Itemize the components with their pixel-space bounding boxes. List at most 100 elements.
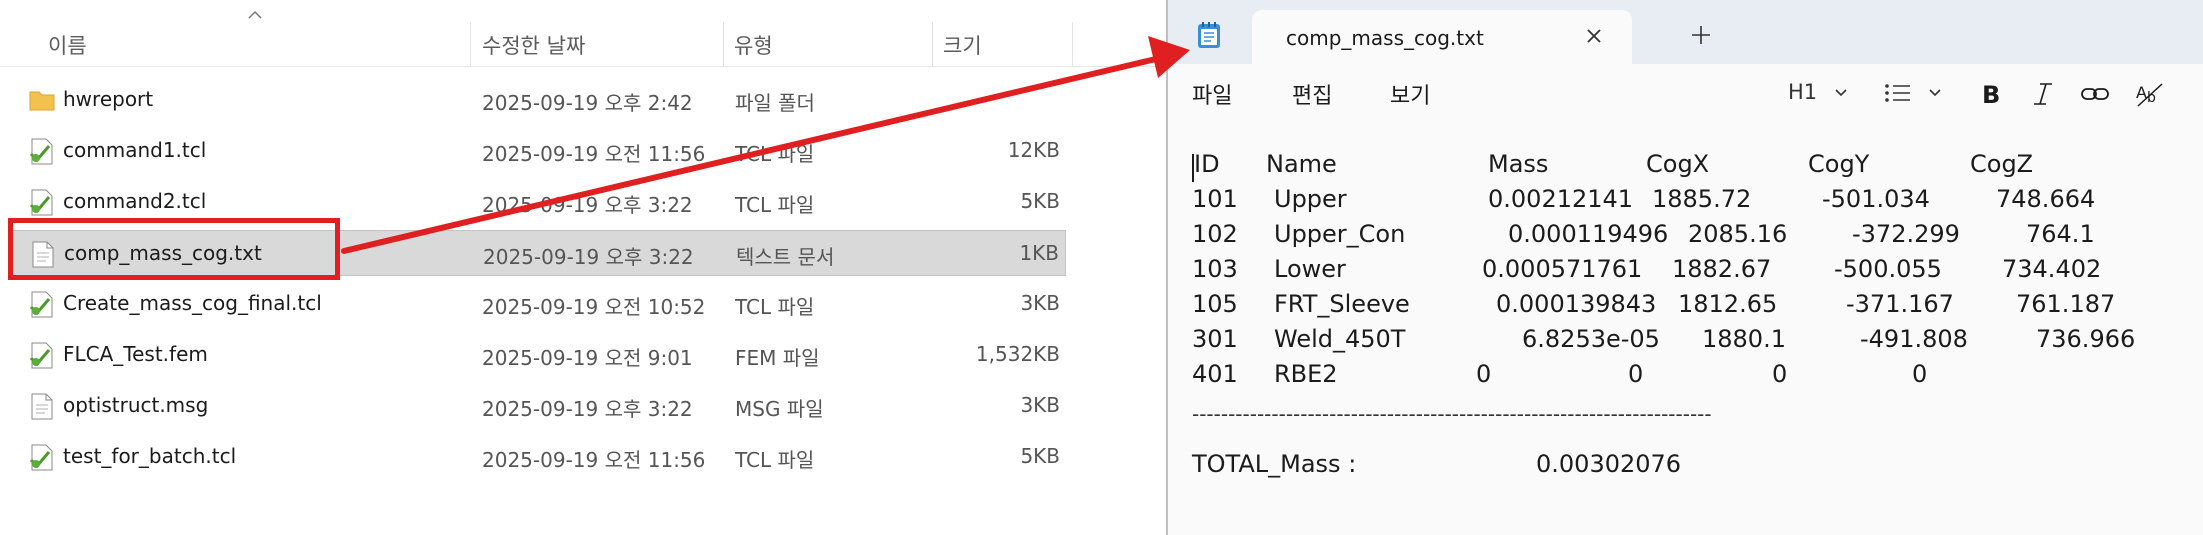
cell-cogx: 0 bbox=[1628, 360, 1644, 388]
cell-name: Weld_450T bbox=[1274, 325, 1406, 353]
cell-name: Upper bbox=[1274, 185, 1347, 213]
file-size: 1,532KB bbox=[975, 342, 1060, 366]
cell-cogy: -371.167 bbox=[1846, 290, 1954, 318]
menu-edit[interactable]: 편집 bbox=[1292, 78, 1332, 110]
cell-name: RBE2 bbox=[1274, 360, 1338, 388]
column-divider[interactable] bbox=[470, 22, 471, 66]
header-mass: Mass bbox=[1488, 150, 1549, 178]
chevron-down-icon bbox=[1835, 89, 1847, 97]
cell-mass: 0.000139843 bbox=[1496, 290, 1657, 318]
file-modified: 2025-09-19 오전 11:56 bbox=[482, 142, 706, 166]
file-size: 12KB bbox=[1007, 138, 1060, 162]
file-name: optistruct.msg bbox=[63, 393, 209, 417]
notepad-window: comp_mass_cog.txt 파일 편집 보기 H1 B Ab ID Na… bbox=[1166, 0, 2203, 535]
svg-text:B: B bbox=[1982, 81, 2000, 109]
file-name: command1.tcl bbox=[63, 138, 207, 162]
tcl-file-icon bbox=[29, 342, 53, 369]
file-modified: 2025-09-19 오후 2:42 bbox=[482, 91, 693, 115]
cell-mass: 0.000119496 bbox=[1508, 220, 1669, 248]
heading-label: H1 bbox=[1788, 80, 1818, 104]
file-type: TCL 파일 bbox=[735, 295, 815, 319]
file-row[interactable]: optistruct.msg 2025-09-19 오후 3:22 MSG 파일… bbox=[10, 383, 1066, 429]
spellcheck-icon[interactable]: Ab bbox=[2134, 78, 2164, 110]
cell-cogx: 1812.65 bbox=[1678, 290, 1778, 318]
cell-name: Upper_Con bbox=[1274, 220, 1406, 248]
cell-cogz: 761.187 bbox=[2016, 290, 2116, 318]
column-modified[interactable]: 수정한 날짜 bbox=[482, 30, 585, 60]
document-tab[interactable]: comp_mass_cog.txt bbox=[1252, 10, 1632, 64]
column-header: 이름 수정한 날짜 유형 크기 bbox=[0, 0, 1166, 67]
cell-id: 401 bbox=[1192, 360, 1238, 388]
cell-id: 101 bbox=[1192, 185, 1238, 213]
menu-bar: 파일 편집 보기 H1 B Ab bbox=[1168, 64, 2203, 124]
add-tab-icon[interactable] bbox=[1688, 22, 1714, 48]
separator-line: ----------------------------------------… bbox=[1192, 402, 1712, 426]
tcl-file-icon bbox=[29, 444, 53, 471]
folder-icon bbox=[29, 91, 55, 111]
link-icon[interactable] bbox=[2080, 78, 2110, 110]
cell-id: 102 bbox=[1192, 220, 1238, 248]
file-size: 3KB bbox=[1020, 291, 1060, 315]
chevron-down-icon bbox=[1929, 89, 1941, 97]
file-row[interactable]: hwreport 2025-09-19 오후 2:42 파일 폴더 bbox=[10, 77, 1066, 123]
header-cogz: CogZ bbox=[1970, 150, 2034, 178]
file-modified: 2025-09-19 오전 11:56 bbox=[482, 448, 706, 472]
file-modified: 2025-09-19 오전 9:01 bbox=[482, 346, 693, 370]
file-size: 3KB bbox=[1020, 393, 1060, 417]
column-type[interactable]: 유형 bbox=[734, 30, 773, 60]
file-type: TCL 파일 bbox=[735, 142, 815, 166]
cell-id: 105 bbox=[1192, 290, 1238, 318]
sort-ascending-icon bbox=[248, 10, 262, 19]
file-type: TCL 파일 bbox=[735, 448, 815, 472]
cell-cogz: 764.1 bbox=[2026, 220, 2095, 248]
file-type: FEM 파일 bbox=[735, 346, 820, 370]
total-label: TOTAL_Mass : bbox=[1192, 450, 1357, 478]
cell-mass: 0.00212141 bbox=[1488, 185, 1634, 213]
menu-file[interactable]: 파일 bbox=[1192, 78, 1232, 110]
file-type: 텍스트 문서 bbox=[736, 245, 835, 269]
header-cogx: CogX bbox=[1646, 150, 1710, 178]
file-size: 5KB bbox=[1020, 189, 1060, 213]
file-row[interactable]: Create_mass_cog_final.tcl 2025-09-19 오전 … bbox=[10, 281, 1066, 327]
cell-name: Lower bbox=[1274, 255, 1346, 283]
menu-view[interactable]: 보기 bbox=[1390, 78, 1430, 110]
tcl-file-icon bbox=[29, 138, 53, 165]
highlight-box bbox=[8, 218, 340, 280]
column-divider[interactable] bbox=[932, 22, 933, 66]
file-row[interactable]: command1.tcl 2025-09-19 오전 11:56 TCL 파일 … bbox=[10, 128, 1066, 174]
file-explorer: 이름 수정한 날짜 유형 크기 hwreport 2025-09-19 오후 2… bbox=[0, 0, 1166, 535]
heading-dropdown[interactable]: H1 bbox=[1788, 78, 1852, 110]
header-id: ID bbox=[1194, 150, 1220, 178]
cell-cogy: -501.034 bbox=[1822, 185, 1930, 213]
bold-icon[interactable]: B bbox=[1978, 78, 2004, 110]
cell-cogz: 736.966 bbox=[2036, 325, 2136, 353]
list-dropdown[interactable] bbox=[1884, 78, 1946, 110]
column-divider[interactable] bbox=[1072, 22, 1073, 66]
file-modified: 2025-09-19 오후 3:22 bbox=[482, 193, 693, 217]
cell-cogz: 734.402 bbox=[2002, 255, 2102, 283]
file-size: 1KB bbox=[1019, 241, 1059, 265]
column-size[interactable]: 크기 bbox=[943, 30, 982, 60]
file-name: Create_mass_cog_final.tcl bbox=[63, 291, 322, 315]
file-row[interactable]: test_for_batch.tcl 2025-09-19 오전 11:56 T… bbox=[10, 434, 1066, 480]
file-name: FLCA_Test.fem bbox=[63, 342, 208, 366]
file-name: command2.tcl bbox=[63, 189, 207, 213]
header-name: Name bbox=[1266, 150, 1337, 178]
column-divider[interactable] bbox=[723, 22, 724, 66]
file-row[interactable]: FLCA_Test.fem 2025-09-19 오전 9:01 FEM 파일 … bbox=[10, 332, 1066, 378]
file-name: hwreport bbox=[63, 87, 154, 111]
file-type: MSG 파일 bbox=[735, 397, 824, 421]
column-name[interactable]: 이름 bbox=[48, 30, 87, 60]
close-icon[interactable] bbox=[1580, 22, 1608, 50]
cell-cogy: 0 bbox=[1772, 360, 1788, 388]
list-icon bbox=[1885, 84, 1910, 102]
svg-text:b: b bbox=[2147, 90, 2156, 106]
file-type: TCL 파일 bbox=[735, 193, 815, 217]
cell-cogz: 748.664 bbox=[1996, 185, 2096, 213]
header-cogy: CogY bbox=[1808, 150, 1870, 178]
italic-icon[interactable] bbox=[2030, 78, 2056, 110]
cell-mass: 0.000571761 bbox=[1482, 255, 1643, 283]
cell-cogx: 2085.16 bbox=[1688, 220, 1788, 248]
cell-cogx: 1885.72 bbox=[1652, 185, 1752, 213]
cell-name: FRT_Sleeve bbox=[1274, 290, 1410, 318]
